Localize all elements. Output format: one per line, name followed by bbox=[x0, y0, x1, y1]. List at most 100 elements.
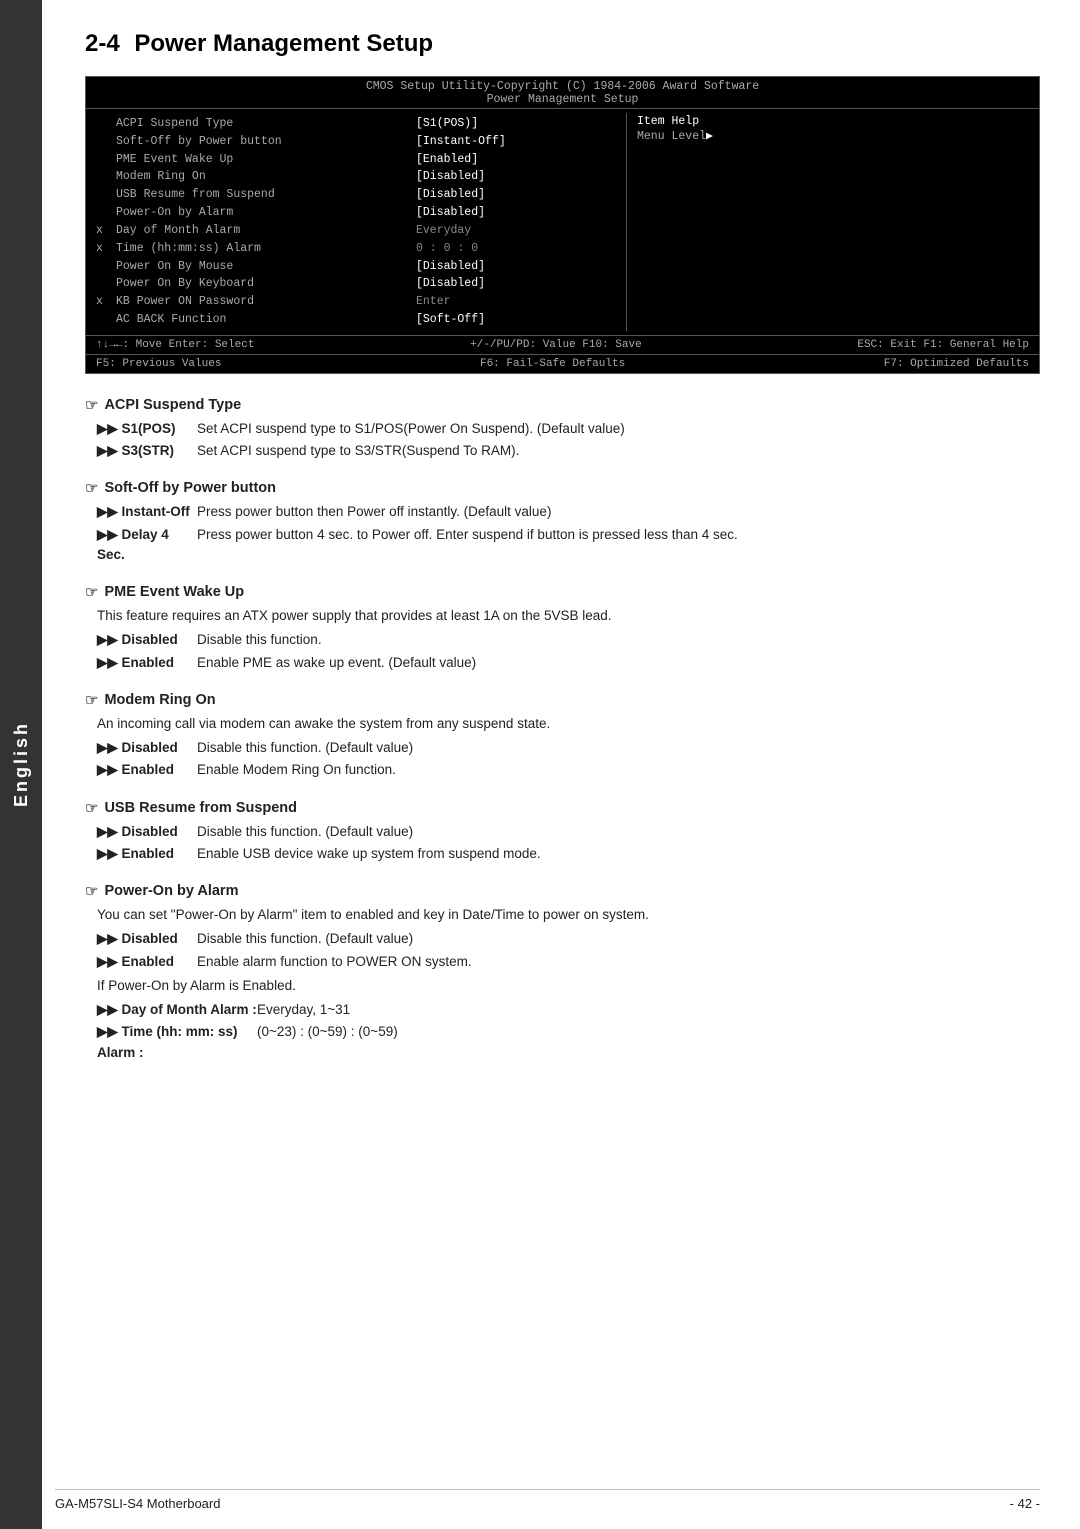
desc-bullet: ▶▶ Day of Month Alarm : bbox=[97, 1000, 257, 1020]
bios-row: Power On By Mouse bbox=[96, 258, 396, 276]
section-heading-power-on-alarm: ☞Power-On by Alarm bbox=[85, 882, 1040, 900]
bios-value-row: [Instant-Off] bbox=[416, 133, 616, 151]
desc-bullet: ▶▶ Instant-Off bbox=[97, 502, 197, 522]
desc-item: ▶▶ DisabledDisable this function. (Defau… bbox=[97, 738, 1040, 758]
bios-value-row: [Disabled] bbox=[416, 168, 616, 186]
section-arrow-icon: ☞ bbox=[85, 691, 98, 709]
bios-row: Modem Ring On bbox=[96, 168, 396, 186]
section-items: ▶▶ DisabledDisable this function. (Defau… bbox=[97, 738, 1040, 781]
section-heading-usb-resume-suspend: ☞USB Resume from Suspend bbox=[85, 799, 1040, 817]
bios-row: Power On By Keyboard bbox=[96, 275, 396, 293]
section-items: ▶▶ DisabledDisable this function. (Defau… bbox=[97, 822, 1040, 865]
section-arrow-icon: ☞ bbox=[85, 583, 98, 601]
section-extra-items: ▶▶ Day of Month Alarm :Everyday, 1~31▶▶ … bbox=[97, 1000, 1040, 1063]
section-heading-pme-event-wake: ☞PME Event Wake Up bbox=[85, 583, 1040, 601]
desc-bullet: ▶▶ Disabled bbox=[97, 630, 197, 650]
bios-row: xDay of Month Alarm bbox=[96, 222, 396, 240]
desc-bullet: ▶▶ Enabled bbox=[97, 844, 197, 864]
page-footer: GA-M57SLI-S4 Motherboard - 42 - bbox=[55, 1489, 1040, 1511]
section-items: ▶▶ DisabledDisable this function. (Defau… bbox=[97, 929, 1040, 972]
section-heading-modem-ring-on: ☞Modem Ring On bbox=[85, 691, 1040, 709]
bios-row: xKB Power ON Password bbox=[96, 293, 396, 311]
desc-text: Disable this function. (Default value) bbox=[197, 822, 1040, 842]
desc-text: (0~23) : (0~59) : (0~59) bbox=[257, 1022, 1040, 1063]
bios-value-row: [Disabled] bbox=[416, 204, 616, 222]
section-arrow-icon: ☞ bbox=[85, 882, 98, 900]
bios-right-column: Item Help Menu Level▶ bbox=[626, 113, 1039, 331]
desc-text: Disable this function. (Default value) bbox=[197, 929, 1040, 949]
section-heading-acpi-suspend-type: ☞ACPI Suspend Type bbox=[85, 396, 1040, 414]
bios-value-row: Everyday bbox=[416, 222, 616, 240]
desc-bullet: ▶▶ Enabled bbox=[97, 760, 197, 780]
desc-text: Enable alarm function to POWER ON system… bbox=[197, 952, 1040, 972]
model-name: GA-M57SLI-S4 Motherboard bbox=[55, 1496, 220, 1511]
side-label: English bbox=[0, 0, 42, 1529]
bios-value-row: [Disabled] bbox=[416, 275, 616, 293]
chapter-title: 2-4 Power Management Setup bbox=[85, 30, 1040, 58]
section-items: ▶▶ Instant-OffPress power button then Po… bbox=[97, 502, 1040, 565]
section-plain-text: This feature requires an ATX power suppl… bbox=[97, 606, 1040, 626]
desc-item: ▶▶ EnabledEnable alarm function to POWER… bbox=[97, 952, 1040, 972]
section-arrow-icon: ☞ bbox=[85, 396, 98, 414]
bios-value-row: [S1(POS)] bbox=[416, 115, 616, 133]
desc-bullet: ▶▶ S1(POS) bbox=[97, 419, 197, 439]
section-plain-text: An incoming call via modem can awake the… bbox=[97, 714, 1040, 734]
bios-value-row: 0 : 0 : 0 bbox=[416, 240, 616, 258]
bios-footer: ↑↓→←: Move Enter: Select +/-/PU/PD: Valu… bbox=[86, 335, 1039, 354]
bios-footer2: F5: Previous Values F6: Fail-Safe Defaul… bbox=[86, 354, 1039, 373]
bios-row: USB Resume from Suspend bbox=[96, 186, 396, 204]
bios-value-row: [Disabled] bbox=[416, 258, 616, 276]
desc-text: Disable this function. (Default value) bbox=[197, 738, 1040, 758]
desc-item: ▶▶ EnabledEnable USB device wake up syst… bbox=[97, 844, 1040, 864]
bios-row: AC BACK Function bbox=[96, 311, 396, 329]
desc-item: ▶▶ Delay 4 Sec.Press power button 4 sec.… bbox=[97, 525, 1040, 566]
desc-item: ▶▶ S3(STR)Set ACPI suspend type to S3/ST… bbox=[97, 441, 1040, 461]
desc-item: ▶▶ Time (hh: mm: ss) Alarm :(0~23) : (0~… bbox=[97, 1022, 1040, 1063]
bios-row: Power-On by Alarm bbox=[96, 204, 396, 222]
section-items: ▶▶ DisabledDisable this function.▶▶ Enab… bbox=[97, 630, 1040, 673]
desc-text: Everyday, 1~31 bbox=[257, 1000, 1040, 1020]
bios-value-row: [Soft-Off] bbox=[416, 311, 616, 329]
desc-item: ▶▶ Day of Month Alarm :Everyday, 1~31 bbox=[97, 1000, 1040, 1020]
desc-item: ▶▶ DisabledDisable this function. (Defau… bbox=[97, 822, 1040, 842]
desc-bullet: ▶▶ Disabled bbox=[97, 822, 197, 842]
desc-text: Enable Modem Ring On function. bbox=[197, 760, 1040, 780]
bios-center-column: [S1(POS)][Instant-Off][Enabled][Disabled… bbox=[406, 113, 626, 331]
page-number: - 42 - bbox=[1010, 1496, 1040, 1511]
bios-row: Soft-Off by Power button bbox=[96, 133, 396, 151]
desc-bullet: ▶▶ Disabled bbox=[97, 929, 197, 949]
desc-item: ▶▶ EnabledEnable Modem Ring On function. bbox=[97, 760, 1040, 780]
bios-row: xTime (hh:mm:ss) Alarm bbox=[96, 240, 396, 258]
desc-bullet: ▶▶ Time (hh: mm: ss) Alarm : bbox=[97, 1022, 257, 1063]
section-arrow-icon: ☞ bbox=[85, 799, 98, 817]
bios-row: ACPI Suspend Type bbox=[96, 115, 396, 133]
desc-text: Set ACPI suspend type to S1/POS(Power On… bbox=[197, 419, 1040, 439]
section-items: ▶▶ S1(POS)Set ACPI suspend type to S1/PO… bbox=[97, 419, 1040, 462]
desc-item: ▶▶ DisabledDisable this function. bbox=[97, 630, 1040, 650]
desc-bullet: ▶▶ Delay 4 Sec. bbox=[97, 525, 197, 566]
section-plain-text: You can set "Power-On by Alarm" item to … bbox=[97, 905, 1040, 925]
bios-row: PME Event Wake Up bbox=[96, 151, 396, 169]
section-extra-plain: If Power-On by Alarm is Enabled. bbox=[97, 976, 1040, 996]
section-arrow-icon: ☞ bbox=[85, 479, 98, 497]
desc-bullet: ▶▶ Disabled bbox=[97, 738, 197, 758]
desc-bullet: ▶▶ Enabled bbox=[97, 653, 197, 673]
desc-text: Enable PME as wake up event. (Default va… bbox=[197, 653, 1040, 673]
desc-text: Set ACPI suspend type to S3/STR(Suspend … bbox=[197, 441, 1040, 461]
desc-item: ▶▶ EnabledEnable PME as wake up event. (… bbox=[97, 653, 1040, 673]
desc-text: Enable USB device wake up system from su… bbox=[197, 844, 1040, 864]
desc-item: ▶▶ Instant-OffPress power button then Po… bbox=[97, 502, 1040, 522]
desc-bullet: ▶▶ Enabled bbox=[97, 952, 197, 972]
bios-screen: CMOS Setup Utility-Copyright (C) 1984-20… bbox=[85, 76, 1040, 374]
desc-text: Disable this function. bbox=[197, 630, 1040, 650]
section-heading-soft-off-power: ☞Soft-Off by Power button bbox=[85, 479, 1040, 497]
desc-text: Press power button then Power off instan… bbox=[197, 502, 1040, 522]
bios-value-row: [Enabled] bbox=[416, 151, 616, 169]
desc-item: ▶▶ DisabledDisable this function. (Defau… bbox=[97, 929, 1040, 949]
bios-value-row: Enter bbox=[416, 293, 616, 311]
desc-bullet: ▶▶ S3(STR) bbox=[97, 441, 197, 461]
desc-item: ▶▶ S1(POS)Set ACPI suspend type to S1/PO… bbox=[97, 419, 1040, 439]
bios-value-row: [Disabled] bbox=[416, 186, 616, 204]
bios-header: CMOS Setup Utility-Copyright (C) 1984-20… bbox=[86, 77, 1039, 109]
desc-text: Press power button 4 sec. to Power off. … bbox=[197, 525, 1040, 566]
